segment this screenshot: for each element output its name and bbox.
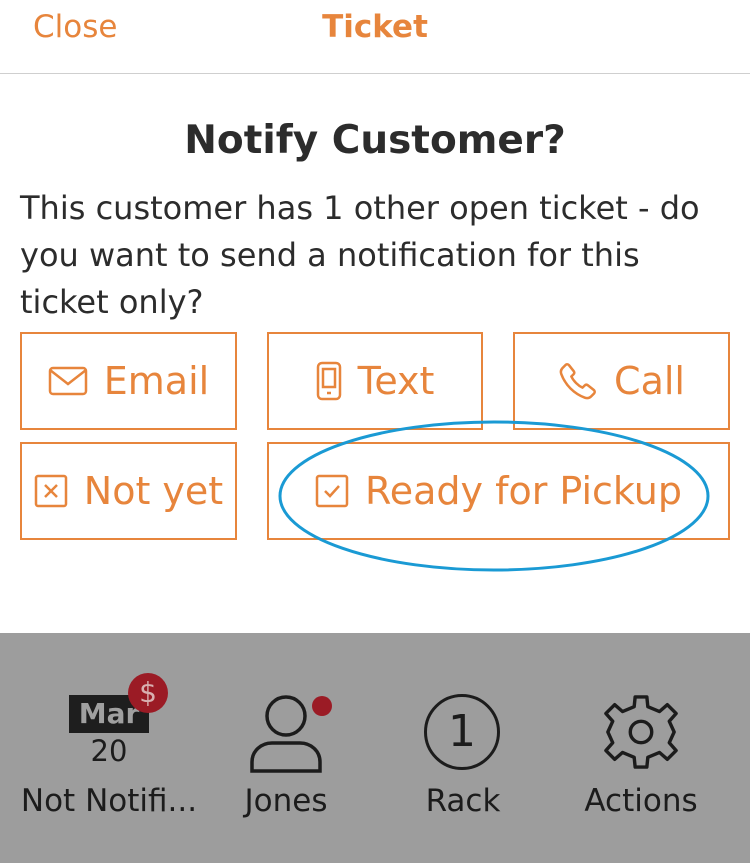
gear-icon [604, 695, 678, 769]
handset-icon [558, 361, 598, 401]
email-label: Email [103, 359, 210, 403]
page-title: Ticket [322, 9, 428, 45]
dialog-title: Notify Customer? [184, 118, 566, 163]
email-button[interactable]: Email [20, 332, 237, 430]
ready-for-pickup-label: Ready for Pickup [365, 469, 682, 513]
call-button[interactable]: Call [513, 332, 730, 430]
not-yet-label: Not yet [83, 469, 224, 513]
rack-number-icon: 1 [424, 694, 500, 770]
not-yet-button[interactable]: Not yet [20, 442, 237, 540]
dollar-badge-icon: $ [128, 673, 168, 713]
ready-for-pickup-button[interactable]: Ready for Pickup [267, 442, 730, 540]
calendar-day: 20 [90, 734, 128, 768]
dialog-message: This customer has 1 other open ticket - … [20, 189, 700, 321]
checkbox-icon [315, 474, 349, 508]
rack-label: Rack [425, 783, 501, 819]
x-box-icon [34, 474, 68, 508]
phone-icon [316, 361, 342, 401]
unread-dot-icon [312, 696, 332, 716]
notification-status-label: Not Notifi... [20, 783, 198, 819]
top-bar: Close Ticket [0, 0, 750, 74]
text-label: Text [357, 359, 435, 403]
actions-label: Actions [584, 783, 698, 819]
text-button[interactable]: Text [267, 332, 483, 430]
customer-name-label: Jones [244, 783, 328, 819]
envelope-icon [48, 366, 88, 396]
call-label: Call [614, 359, 685, 403]
